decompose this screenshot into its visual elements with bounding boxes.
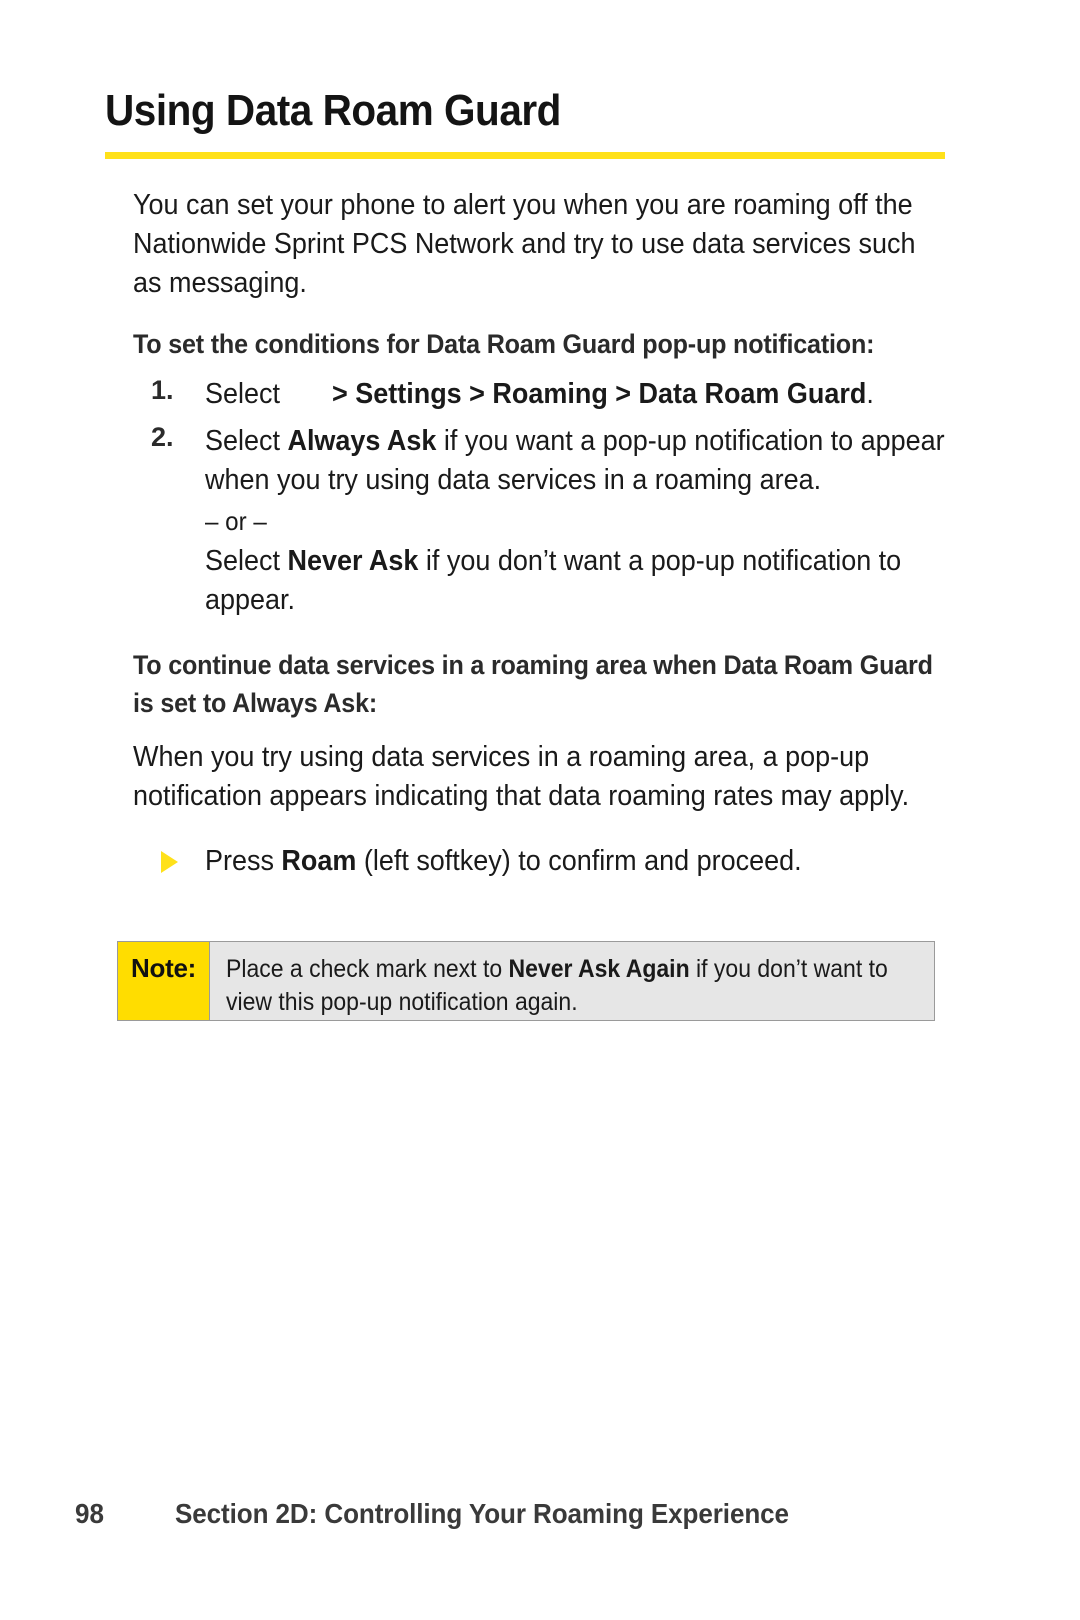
title-accent-rule (105, 152, 945, 159)
footer-page-number: 98 (75, 1498, 104, 1529)
step-lead-text-alt: Select (205, 545, 287, 577)
bullet-item: Press Roam (left softkey) to confirm and… (133, 842, 945, 881)
note-body-cell: Place a check mark next to Never Ask Aga… (210, 942, 934, 1020)
section-two-paragraph: When you try using data services in a ro… (133, 741, 910, 812)
page-content: You can set your phone to alert you when… (133, 186, 945, 881)
page-footer: 98 Section 2D: Controlling Your Roaming … (0, 1498, 1080, 1544)
note-callout: Note: Place a check mark next to Never A… (117, 941, 935, 1021)
or-separator: – or – (205, 506, 267, 536)
step-number: 2. (151, 422, 174, 452)
step-lead-text: Select (205, 378, 280, 410)
bullet-lead: Press (205, 845, 282, 877)
bullet-text: Press Roam (left softkey) to confirm and… (205, 842, 945, 881)
note-label-cell: Note: (118, 942, 210, 1020)
footer-section-label: Section 2D: Controlling Your Roaming Exp… (175, 1498, 789, 1529)
option-never-ask: Never Ask (287, 545, 419, 577)
note-emphasis: Never Ask Again (508, 955, 690, 983)
softkey-name: Roam (281, 845, 357, 877)
note-label: Note: (131, 953, 196, 983)
section-one-heading: To set the conditions for Data Roam Guar… (133, 329, 875, 359)
ordered-steps-list: 1. Select > Settings > Roaming > Data Roa… (133, 375, 945, 620)
step-body: Select > Settings > Roaming > Data Roam G… (205, 375, 945, 414)
step-trailing-period: . (866, 378, 874, 410)
page-title: Using Data Roam Guard (105, 86, 561, 135)
step-body: Select Always Ask if you want a pop-up n… (205, 422, 945, 500)
section-two-heading: To continue data services in a roaming a… (133, 650, 933, 718)
step-item-1: 1. Select > Settings > Roaming > Data Roa… (133, 375, 945, 414)
note-text: Place a check mark next to Never Ask Aga… (226, 953, 919, 1019)
step-lead-word-alt: Select (205, 545, 280, 577)
step-lead-text: Select (205, 425, 287, 457)
triangle-bullet-icon (161, 851, 178, 873)
intro-paragraph: You can set your phone to alert you when… (133, 189, 916, 299)
manual-page: Using Data Roam Guard You can set your p… (0, 0, 1080, 1620)
option-always-ask: Always Ask (287, 425, 437, 457)
bullet-rest: (left softkey) to confirm and proceed. (356, 845, 802, 877)
menu-path-text: > Settings > Roaming > Data Roam Guard (332, 378, 867, 410)
page-title-block: Using Data Roam Guard (105, 86, 945, 135)
note-text-before: Place a check mark next to (226, 955, 509, 983)
step-lead-word: Select (205, 425, 280, 457)
step-item-2: 2. Select Always Ask if you want a pop-u… (133, 422, 945, 620)
step-body-alt: Select Never Ask if you don’t want a pop… (205, 542, 945, 620)
step-number: 1. (151, 375, 174, 405)
